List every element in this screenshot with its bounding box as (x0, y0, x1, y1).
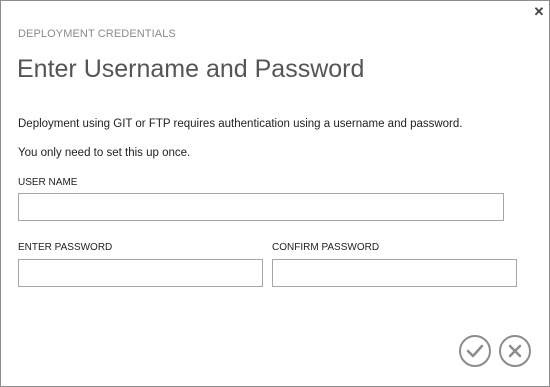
ok-button[interactable] (459, 335, 491, 367)
credentials-dialog: ✕ DEPLOYMENT CREDENTIALS Enter Username … (0, 0, 550, 387)
password-label: ENTER PASSWORD (18, 242, 113, 253)
section-label: DEPLOYMENT CREDENTIALS (18, 28, 176, 40)
page-title: Enter Username and Password (17, 55, 365, 83)
confirm-password-field[interactable] (272, 259, 517, 287)
cancel-button[interactable] (499, 335, 531, 367)
note-text: You only need to set this up once. (18, 147, 191, 159)
close-icon (508, 344, 522, 358)
password-field[interactable] (18, 259, 263, 287)
checkmark-icon (466, 344, 484, 358)
description-text: Deployment using GIT or FTP requires aut… (18, 118, 463, 130)
username-label: USER NAME (18, 177, 78, 188)
confirm-password-label: CONFIRM PASSWORD (272, 242, 380, 253)
username-field[interactable] (18, 193, 504, 221)
close-icon[interactable]: ✕ (533, 5, 545, 18)
